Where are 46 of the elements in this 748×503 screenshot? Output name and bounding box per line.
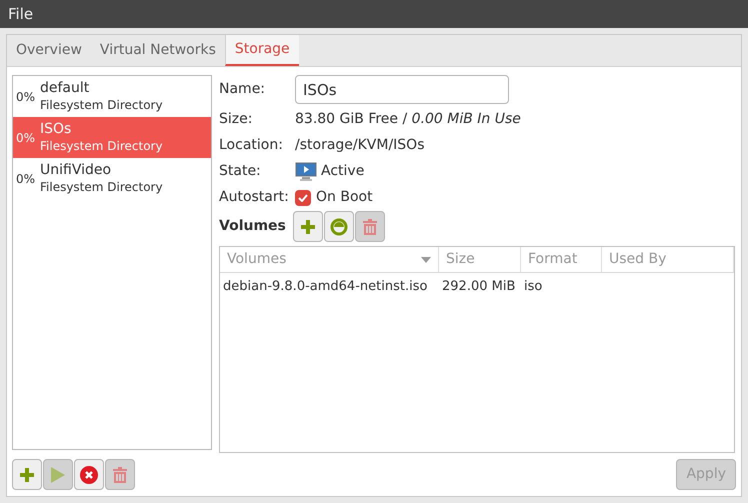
- monitor-icon: [295, 162, 317, 182]
- refresh-button[interactable]: [324, 211, 354, 242]
- column-header[interactable]: Used By: [602, 247, 734, 272]
- usage-text: 0%: [15, 170, 36, 188]
- refresh-icon: [330, 218, 348, 236]
- pool-name: UnifiVideo: [40, 162, 112, 178]
- size-text: 83.80 GiB Free / 0.00 MiB In Use: [295, 110, 522, 129]
- field-label: State:: [219, 162, 262, 181]
- pool-name: default: [40, 80, 90, 96]
- pool-type: Filesystem Directory: [40, 178, 163, 196]
- check-icon: [298, 194, 308, 202]
- state-text: Active: [321, 162, 364, 181]
- table-cell-text: debian-9.8.0-amd64-netinst.iso: [222, 278, 428, 296]
- trash-icon: [362, 218, 377, 234]
- volumes-label: Volumes: [219, 217, 286, 236]
- tab[interactable]: Storage: [224, 35, 299, 66]
- add-button[interactable]: [292, 211, 323, 242]
- add-button[interactable]: [12, 459, 42, 490]
- table-cell-text: iso: [523, 278, 544, 296]
- column-header[interactable]: Volumes: [220, 247, 439, 272]
- plus-icon: [20, 468, 34, 482]
- column-header[interactable]: Size: [439, 247, 521, 272]
- field-label: Size:: [219, 110, 254, 129]
- usage-text: 0%: [15, 88, 36, 106]
- field-label: Autostart:: [219, 188, 290, 207]
- pool-type: Filesystem Directory: [40, 96, 163, 114]
- stop-icon: [80, 466, 98, 484]
- pool-type: Filesystem Directory: [40, 138, 163, 154]
- usage-text: 0%: [15, 130, 36, 146]
- play-icon: [50, 466, 66, 484]
- column-header[interactable]: Format: [521, 247, 602, 272]
- name-field[interactable]: ISOs: [295, 75, 509, 104]
- field-label: Location:: [219, 136, 284, 155]
- tab[interactable]: Virtual Networks: [90, 35, 225, 66]
- checkbox-label: On Boot: [316, 188, 373, 207]
- location-text: /storage/KVM/ISOs: [295, 136, 426, 155]
- plus-icon: [300, 220, 315, 234]
- table-cell-text: 292.00 MiB: [441, 278, 516, 296]
- pool-name: ISOs: [40, 120, 72, 138]
- sort-arrow-icon: [421, 256, 431, 262]
- checkbox[interactable]: [295, 190, 311, 206]
- menu-item[interactable]: File: [8, 2, 34, 26]
- field-label: Name:: [219, 80, 266, 99]
- trash-icon: [113, 466, 127, 482]
- tab[interactable]: Overview: [7, 35, 91, 66]
- stop-button[interactable]: [74, 459, 104, 490]
